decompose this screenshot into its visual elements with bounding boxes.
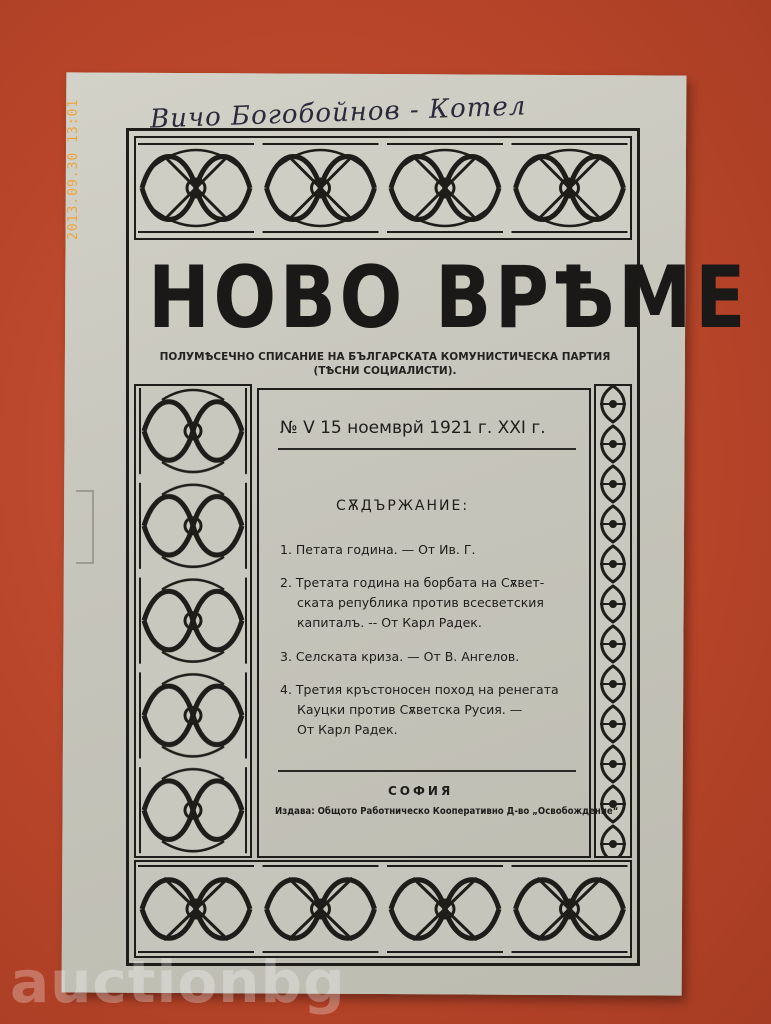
bottom-ornament-band xyxy=(134,860,632,958)
toc-item-4: 4. Третия кръстоносен поход на ренегата … xyxy=(280,682,559,737)
issue-underline xyxy=(278,448,576,450)
magazine-subtitle: ПОЛУМѢСЕЧНО СПИСАНИЕ НА БЪЛГАРСКАТА КОМУ… xyxy=(140,350,630,378)
magazine-title: НОВО ВРѢМЕ xyxy=(148,248,750,348)
contents-heading: СѪДЪРЖАНИЕ: xyxy=(336,498,470,514)
left-ornament-column xyxy=(134,384,252,858)
subtitle-line-1: ПОЛУМѢСЕЧНО СПИСАНИЕ НА БЪЛГАРСКАТА КОМУ… xyxy=(159,351,611,363)
top-ornament-band xyxy=(134,136,632,240)
toc-item-3: 3. Селската криза. — От В. Ангелов. xyxy=(280,649,520,664)
toc-item-1: 1. Петата година. — От Ив. Г. xyxy=(280,542,476,557)
issue-info: № V 15 ноемврй 1921 г. XXI г. xyxy=(280,418,546,438)
subtitle-line-2: (ТѢСНИ СОЦИАЛИСТИ). xyxy=(313,365,457,377)
right-ornament-column xyxy=(594,384,632,858)
site-watermark: auctionbg xyxy=(10,948,346,1016)
binding-staple xyxy=(76,490,94,564)
footer-rule xyxy=(278,770,576,772)
toc-item-2: 2. Третата година на борбата на Сѫвет- с… xyxy=(280,575,545,630)
camera-timestamp: 2013.09.30 13:01 xyxy=(66,98,81,240)
publication-city: СОФИЯ xyxy=(388,784,454,798)
publisher-line: Издава: Общото Работническо Кооперативно… xyxy=(275,806,619,817)
